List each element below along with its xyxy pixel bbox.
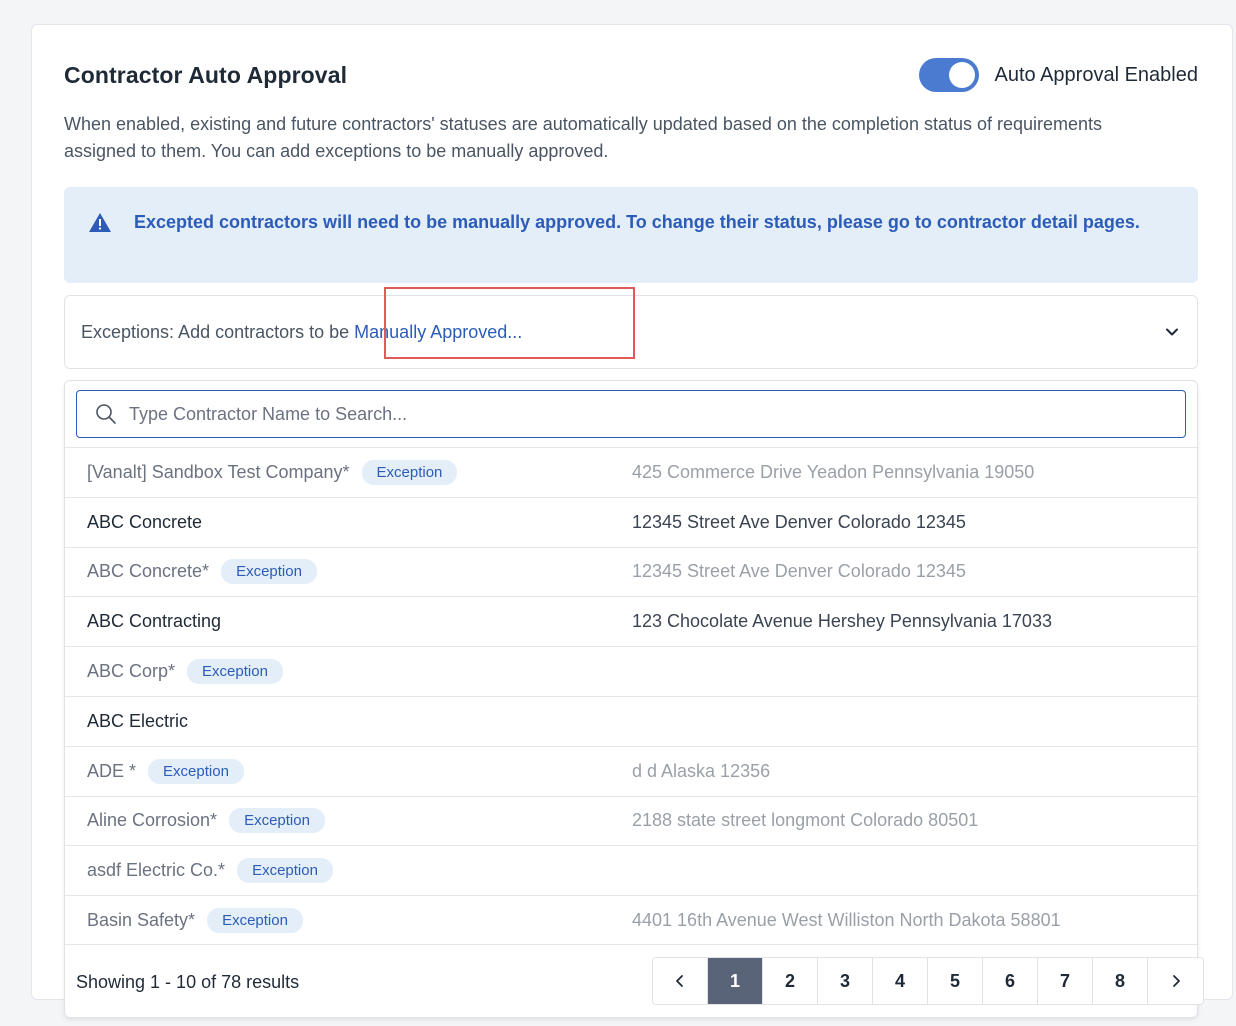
contractor-address: 2188 state street longmont Colorado 8050…	[632, 810, 979, 831]
alert-text: Excepted contractors will need to be man…	[134, 212, 1140, 232]
table-row[interactable]: Basin Safety* Exception 4401 16th Avenue W…	[65, 895, 1197, 945]
contractor-name: ADE *	[87, 760, 137, 781]
exceptions-dropdown[interactable]: Exceptions: Add contractors to be Manual…	[64, 287, 1198, 369]
table-row[interactable]: ABC Concrete* Exception 12345 Street Ave D…	[65, 546, 1197, 597]
contractor-name: ABC Corp*	[87, 661, 176, 682]
manually-approved-link[interactable]: Manually Approved...	[354, 322, 522, 342]
search-input[interactable]	[129, 403, 1129, 425]
chevron-down-icon[interactable]	[1163, 323, 1181, 341]
contractor-name-cell: ABC Electric	[87, 711, 188, 732]
contractor-name: Basin Safety*	[87, 909, 196, 930]
contractor-name-cell: Aline Corrosion* Exception	[87, 808, 325, 834]
table-row[interactable]: ABC Corp* Exception	[65, 646, 1197, 696]
exception-badge: Exception	[207, 907, 303, 933]
page-button-5[interactable]: 5	[928, 958, 983, 1004]
auto-approval-card: Contractor Auto Approval Auto Approval E…	[31, 24, 1233, 1018]
results-count: Showing 1 - 10 of 78 results	[76, 971, 300, 992]
page-button-3[interactable]: 3	[818, 958, 873, 1004]
contractor-name-cell: ABC Concrete* Exception	[87, 559, 317, 585]
description-text: When enabled, existing and future contra…	[64, 114, 1103, 161]
table-row[interactable]: ADE * Exception d d Alaska 12356	[65, 745, 1197, 796]
exception-badge: Exception	[187, 659, 283, 685]
exception-badge: Exception	[148, 758, 244, 784]
exception-badge: Exception	[237, 858, 333, 884]
exceptions-label: Exceptions: Add contractors to be Manual…	[81, 322, 522, 343]
search-box[interactable]	[76, 390, 1186, 438]
contractor-name-cell: [Vanalt] Sandbox Test Company* Exception	[87, 459, 458, 485]
table-row[interactable]: ABC Concrete 12345 Street Ave Denver Colo…	[65, 496, 1197, 547]
contractor-name: ABC Contracting	[87, 611, 222, 632]
contractor-address: 123 Chocolate Avenue Hershey Pennsylvani…	[632, 611, 1052, 632]
next-page-button[interactable]	[1148, 958, 1203, 1004]
page-button-7[interactable]: 7	[1038, 958, 1093, 1004]
auto-approval-toggle-group: Auto Approval Enabled	[918, 58, 1199, 92]
exception-badge: Exception	[361, 459, 458, 485]
table-row[interactable]: ABC Electric	[65, 695, 1197, 746]
contractor-name: ABC Electric	[87, 710, 189, 731]
contractor-name-cell: Basin Safety* Exception	[87, 907, 303, 933]
search-icon	[96, 404, 116, 424]
page-button-4[interactable]: 4	[873, 958, 928, 1004]
contractor-name-cell: ABC Corp* Exception	[87, 659, 283, 685]
contractor-name-cell: ABC Concrete	[87, 512, 202, 533]
contractor-list-panel: [Vanalt] Sandbox Test Company* Exception 4…	[64, 380, 1204, 1018]
card-header: Contractor Auto Approval Auto Approval E…	[64, 55, 1198, 95]
page-button-2[interactable]: 2	[763, 958, 818, 1004]
list-footer: Showing 1 - 10 of 78 results 12345678	[65, 947, 1204, 1017]
contractor-name: Aline Corrosion*	[87, 810, 218, 831]
contractor-name: asdf Electric Co.*	[87, 860, 226, 881]
contractor-address: d d Alaska 12356	[632, 760, 771, 781]
toggle-label: Auto Approval Enabled	[994, 63, 1199, 86]
exception-badge: Exception	[221, 559, 317, 585]
contractor-rows: [Vanalt] Sandbox Test Company* Exception 4…	[65, 447, 1197, 945]
exception-badge: Exception	[229, 808, 325, 834]
contractor-address: 12345 Street Ave Denver Colorado 12345	[632, 561, 966, 582]
info-alert: Excepted contractors will need to be man…	[64, 187, 1198, 283]
table-row[interactable]: ABC Contracting 123 Chocolate Avenue Hers…	[65, 596, 1197, 646]
table-row[interactable]: [Vanalt] Sandbox Test Company* Exception 4…	[65, 447, 1197, 497]
contractor-name-cell: asdf Electric Co.* Exception	[87, 858, 333, 884]
table-row[interactable]: asdf Electric Co.* Exception	[65, 845, 1197, 895]
chevron-right-icon	[1172, 975, 1180, 987]
pagination: 12345678	[652, 957, 1204, 1005]
contractor-name: ABC Concrete	[87, 511, 203, 532]
toggle-knob	[948, 62, 975, 88]
table-row[interactable]: Aline Corrosion* Exception 2188 state stre…	[65, 795, 1197, 846]
auto-approval-toggle[interactable]	[918, 58, 979, 92]
contractor-address: 4401 16th Avenue West Williston North Da…	[632, 909, 1061, 930]
contractor-name-cell: ABC Contracting	[87, 611, 221, 632]
prev-page-button[interactable]	[653, 958, 708, 1004]
page-button-1[interactable]: 1	[708, 958, 763, 1004]
page-button-8[interactable]: 8	[1093, 958, 1148, 1004]
warning-triangle-icon	[89, 213, 111, 232]
contractor-address: 12345 Street Ave Denver Colorado 12345	[632, 511, 966, 532]
page-button-6[interactable]: 6	[983, 958, 1038, 1004]
contractor-name: [Vanalt] Sandbox Test Company*	[87, 461, 350, 482]
contractor-name: ABC Concrete*	[87, 561, 210, 582]
contractor-address: 425 Commerce Drive Yeadon Pennsylvania 1…	[632, 461, 1035, 482]
chevron-left-icon	[676, 975, 683, 987]
page-title: Contractor Auto Approval	[64, 61, 348, 88]
contractor-name-cell: ADE * Exception	[87, 758, 244, 784]
exceptions-prefix: Exceptions: Add contractors to be	[81, 321, 355, 342]
